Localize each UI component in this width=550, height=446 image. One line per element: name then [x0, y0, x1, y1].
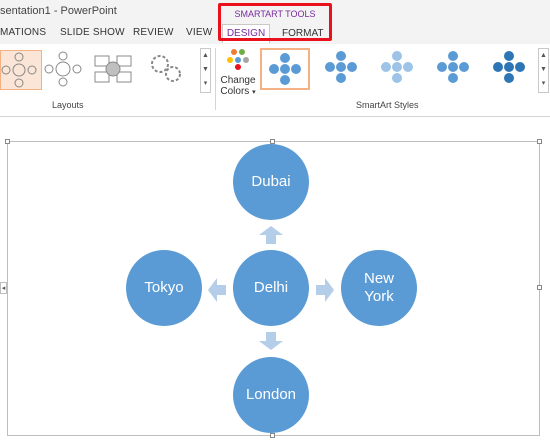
- node-new-york[interactable]: New York: [341, 250, 417, 326]
- node-delhi[interactable]: Delhi: [233, 250, 309, 326]
- node-tokyo[interactable]: Tokyo: [126, 250, 202, 326]
- chevron-down-icon: ▾: [252, 89, 256, 96]
- node-dubai[interactable]: Dubai: [233, 144, 309, 220]
- node-dubai-label: Dubai: [251, 173, 291, 190]
- style-thumb-subtle-effect[interactable]: [374, 48, 424, 90]
- smartart-styles-group-label: SmartArt Styles: [356, 100, 419, 110]
- styles-gallery-scroll[interactable]: ▲ ▼ ▾: [538, 48, 549, 93]
- layout-thumb-radial-list[interactable]: [92, 50, 134, 90]
- node-new-york-line2: York: [364, 288, 394, 305]
- styles-more[interactable]: ▾: [539, 77, 548, 91]
- node-delhi-label: Delhi: [253, 279, 289, 296]
- color-palette-icon: [227, 49, 249, 70]
- node-london[interactable]: London: [233, 357, 309, 433]
- arrow-right-icon: [316, 278, 334, 302]
- arrow-up-icon: [259, 226, 283, 244]
- window-title: sentation1 - PowerPoint: [0, 5, 117, 17]
- resize-handle-top-left[interactable]: [5, 139, 10, 144]
- style-thumb-intense-effect[interactable]: [486, 48, 536, 90]
- change-colors-button[interactable]: Change Colors ▾: [220, 48, 256, 100]
- style-thumb-white-outline[interactable]: [318, 48, 368, 90]
- resize-handle-right[interactable]: [537, 285, 542, 290]
- layout-thumb-gear[interactable]: [146, 50, 188, 90]
- ribbon-divider: [215, 48, 216, 110]
- tab-review[interactable]: REVIEW: [133, 27, 174, 38]
- node-new-york-line1: New: [363, 270, 394, 287]
- resize-handle-top-right[interactable]: [537, 139, 542, 144]
- layouts-scroll-down[interactable]: ▼: [201, 63, 210, 77]
- layouts-group-label: Layouts: [52, 100, 84, 110]
- resize-handle-bottom[interactable]: [270, 433, 275, 438]
- style-thumb-moderate-effect[interactable]: [430, 48, 480, 90]
- tab-slide-show[interactable]: SLIDE SHOW: [60, 27, 125, 38]
- style-thumb-simple-fill[interactable]: [260, 48, 310, 90]
- layouts-scroll-up[interactable]: ▲: [201, 49, 210, 63]
- node-london-label: London: [245, 386, 297, 403]
- layout-thumb-diverging-radial[interactable]: [42, 50, 84, 90]
- node-new-york-label: New York: [364, 270, 394, 306]
- layout-thumb-radial-cycle[interactable]: [0, 50, 42, 90]
- layouts-gallery-scroll[interactable]: ▲ ▼ ▾: [200, 48, 211, 93]
- change-colors-label-1: Change: [220, 75, 256, 86]
- tab-animations[interactable]: MATIONS: [0, 27, 46, 38]
- arrow-left-icon: [208, 278, 226, 302]
- change-colors-label-2: Colors: [220, 86, 250, 97]
- layouts-more[interactable]: ▾: [201, 77, 210, 91]
- styles-scroll-down[interactable]: ▼: [539, 63, 548, 77]
- smartart-tools-highlight: [218, 3, 332, 41]
- styles-scroll-up[interactable]: ▲: [539, 49, 548, 63]
- tab-view[interactable]: VIEW: [186, 27, 212, 38]
- node-tokyo-label: Tokyo: [144, 279, 184, 296]
- arrow-down-icon: [259, 332, 283, 350]
- text-pane-toggle[interactable]: ◂: [0, 282, 7, 294]
